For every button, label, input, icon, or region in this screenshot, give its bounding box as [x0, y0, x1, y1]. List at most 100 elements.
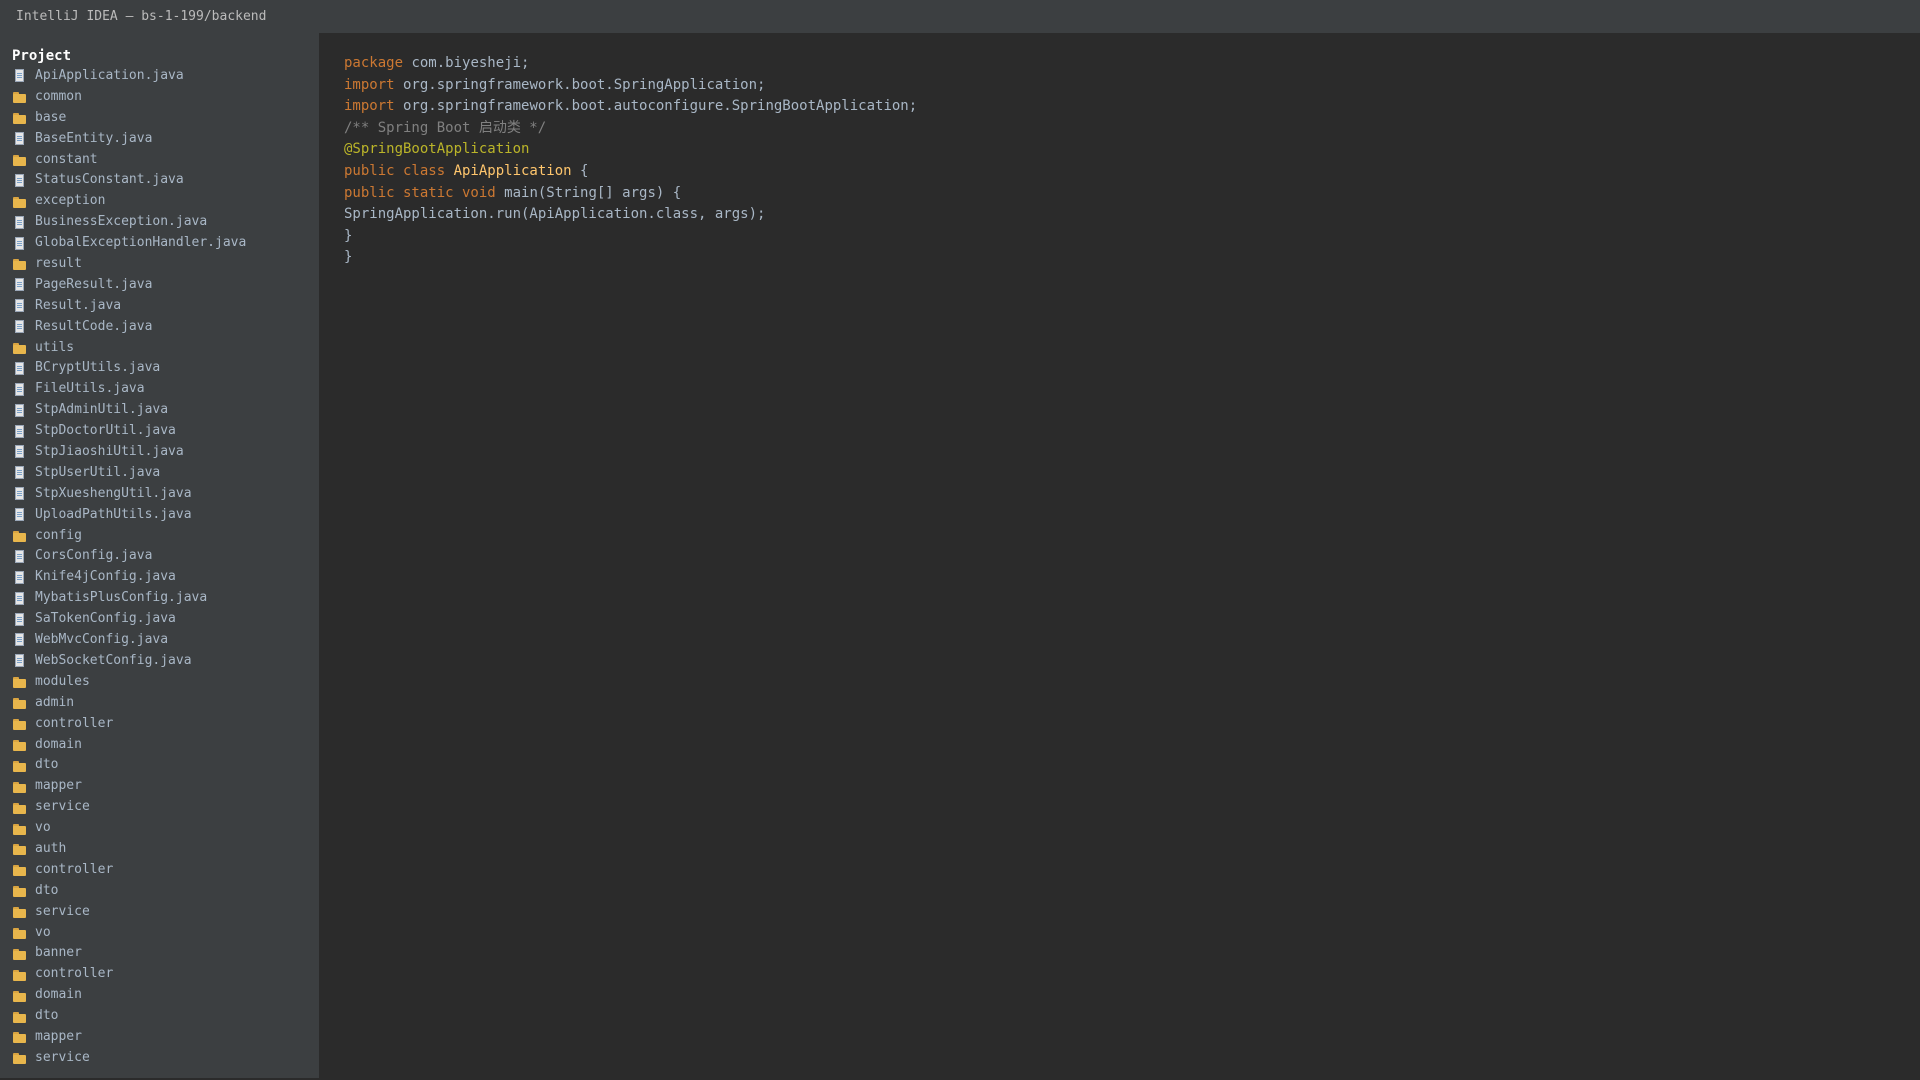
tree-file-item[interactable]: FileUtils.java [0, 379, 319, 400]
code-line: @SpringBootApplication [344, 139, 1920, 161]
tree-file-item[interactable]: MybatisPlusConfig.java [0, 588, 319, 609]
tree-item-label: CorsConfig.java [35, 548, 153, 564]
tree-folder-item[interactable]: base [0, 108, 319, 129]
tree-folder-item[interactable]: controller [0, 714, 319, 735]
tree-folder-item[interactable]: service [0, 902, 319, 923]
tree-file-item[interactable]: StatusConstant.java [0, 170, 319, 191]
java-file-icon [12, 277, 28, 293]
tree-file-item[interactable]: WebMvcConfig.java [0, 630, 319, 651]
sidebar-header: Project [12, 48, 72, 64]
code-line: import org.springframework.boot.SpringAp… [344, 75, 1920, 97]
tree-item-label: StpXueshengUtil.java [35, 485, 192, 501]
tree-folder-item[interactable]: vo [0, 818, 319, 839]
tree-item-label: controller [35, 715, 114, 731]
tree-item-label: base [35, 109, 67, 125]
tree-folder-item[interactable]: admin [0, 693, 319, 714]
folder-icon [12, 256, 28, 272]
tree-folder-item[interactable]: common [0, 87, 319, 108]
tree-folder-item[interactable]: controller [0, 964, 319, 985]
tree-folder-item[interactable]: domain [0, 985, 319, 1006]
tree-file-item[interactable]: UploadPathUtils.java [0, 505, 319, 526]
tree-file-item[interactable]: Result.java [0, 296, 319, 317]
tree-item-label: common [35, 88, 82, 104]
folder-icon [12, 1050, 28, 1066]
tree-file-item[interactable]: PageResult.java [0, 275, 319, 296]
tree-folder-item[interactable]: dto [0, 755, 319, 776]
tree-item-label: ApiApplication.java [35, 68, 184, 83]
code-line: package com.biyesheji; [344, 53, 1920, 75]
tree-item-label: mapper [35, 1028, 82, 1044]
tree-file-item[interactable]: ResultCode.java [0, 317, 319, 338]
folder-icon [12, 800, 28, 816]
tree-file-item[interactable]: StpXueshengUtil.java [0, 484, 319, 505]
code-editor[interactable]: package com.biyesheji; import org.springf… [319, 33, 1920, 1080]
java-file-icon [12, 465, 28, 481]
tree-folder-item[interactable]: auth [0, 839, 319, 860]
folder-icon [12, 883, 28, 899]
tree-item-label: utils [35, 339, 75, 355]
tree-file-item[interactable]: BCryptUtils.java [0, 358, 319, 379]
folder-icon [12, 988, 28, 1004]
java-file-icon [12, 382, 28, 398]
code-line: } [344, 226, 1920, 248]
tree-folder-item[interactable]: config [0, 526, 319, 547]
tree-folder-item[interactable]: result [0, 254, 319, 275]
code-token: import [344, 98, 395, 115]
tree-folder-item[interactable]: service [0, 1048, 319, 1069]
tree-file-item[interactable]: ApiApplication.java [0, 66, 319, 87]
tree-item-label: config [35, 527, 82, 543]
tree-folder-item[interactable]: exception [0, 191, 319, 212]
tree-folder-item[interactable]: banner [0, 943, 319, 964]
folder-icon [12, 716, 28, 732]
tree-file-item[interactable]: StpDoctorUtil.java [0, 421, 319, 442]
folder-icon [12, 758, 28, 774]
code-token: public class [344, 162, 454, 179]
tree-file-item[interactable]: StpAdminUtil.java [0, 400, 319, 421]
tree-file-item[interactable]: StpJiaoshiUtil.java [0, 442, 319, 463]
tree-folder-item[interactable]: utils [0, 338, 319, 359]
tree-item-label: vo [35, 924, 51, 940]
tree-file-item[interactable]: GlobalExceptionHandler.java [0, 233, 319, 254]
java-file-icon [12, 653, 28, 669]
tree-folder-item[interactable]: domain [0, 735, 319, 756]
tree-folder-item[interactable]: controller [0, 860, 319, 881]
tree-folder-item[interactable]: mapper [0, 776, 319, 797]
tree-folder-item[interactable]: mapper [0, 1027, 319, 1048]
tree-item-label: StpUserUtil.java [35, 464, 161, 480]
tree-item-label: UploadPathUtils.java [35, 506, 192, 522]
tree-file-item[interactable]: CorsConfig.java [0, 546, 319, 567]
tree-folder-item[interactable]: vo [0, 923, 319, 944]
folder-icon [12, 110, 28, 126]
tree-item-label: mapper [35, 778, 82, 794]
folder-icon [12, 925, 28, 941]
tree-item-label: dto [35, 1008, 59, 1024]
java-file-icon [12, 507, 28, 523]
code-token: package [344, 55, 404, 71]
tree-item-label: ResultCode.java [35, 318, 153, 334]
tree-folder-item[interactable]: dto [0, 881, 319, 902]
tree-file-item[interactable]: StpUserUtil.java [0, 463, 319, 484]
tree-folder-item[interactable]: modules [0, 672, 319, 693]
tree-folder-item[interactable]: dto [0, 1006, 319, 1027]
tree-item-label: dto [35, 757, 59, 773]
tree-file-item[interactable]: BaseEntity.java [0, 129, 319, 150]
tree-file-item[interactable]: Knife4jConfig.java [0, 567, 319, 588]
tree-item-label: BaseEntity.java [35, 130, 153, 146]
code-token: org.springframework.boot.autoconfigure.S… [394, 98, 918, 115]
tree-file-item[interactable]: WebSocketConfig.java [0, 651, 319, 672]
project-sidebar: Project ApiApplication.java common base Bas… [0, 33, 319, 1078]
tree-folder-item[interactable]: service [0, 797, 319, 818]
java-file-icon [12, 173, 28, 189]
tree-file-item[interactable]: SaTokenConfig.java [0, 609, 319, 630]
folder-icon [12, 528, 28, 544]
folder-icon [12, 1029, 28, 1045]
java-file-icon [12, 403, 28, 419]
java-file-icon [12, 319, 28, 335]
tree-item-label: domain [35, 736, 82, 752]
folder-icon [12, 737, 28, 753]
tree-item-label: constant [35, 151, 98, 167]
tree-item-label: BCryptUtils.java [35, 360, 161, 376]
tree-item-label: admin [35, 694, 75, 710]
tree-folder-item[interactable]: constant [0, 150, 319, 171]
tree-file-item[interactable]: BusinessException.java [0, 212, 319, 233]
